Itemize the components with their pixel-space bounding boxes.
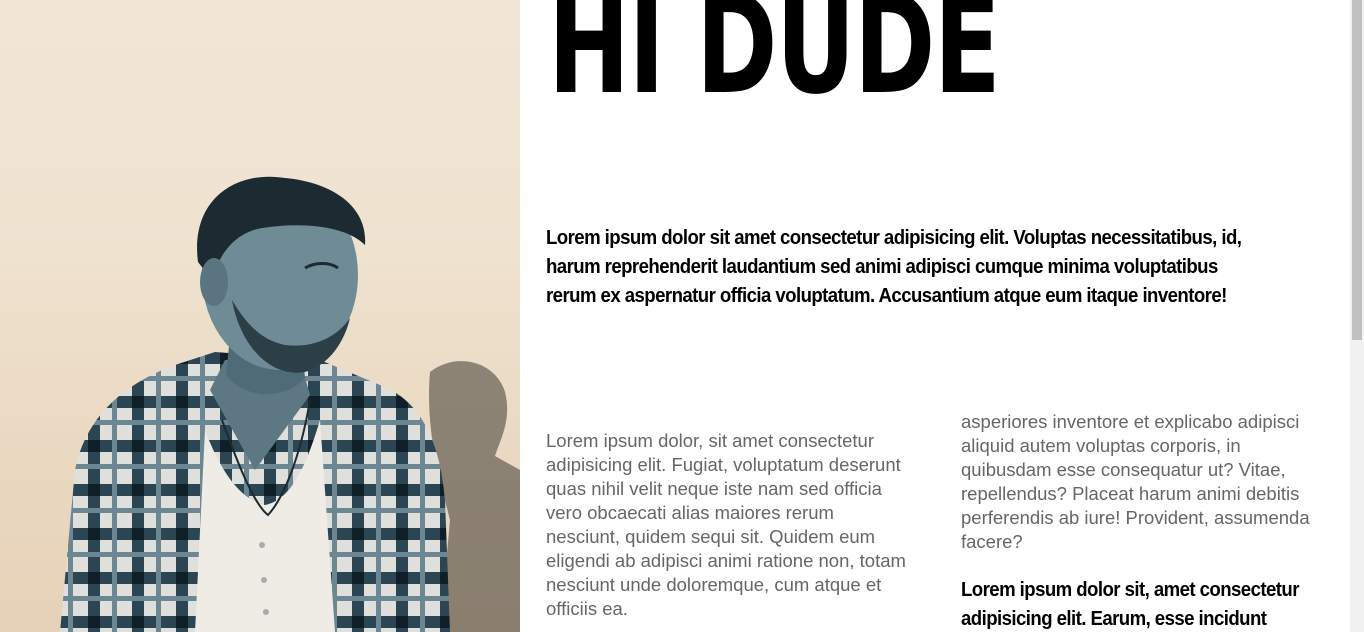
- page-title: HI DUDE: [548, 0, 1001, 125]
- left-column-text: Lorem ipsum dolor, sit amet consectetur …: [546, 430, 906, 619]
- page-scrollbar[interactable]: [1350, 0, 1364, 632]
- man-portrait-image: [60, 176, 520, 632]
- right-column-text: asperiores inventore et explicabo adipis…: [961, 411, 1310, 552]
- scrollbar-thumb[interactable]: [1352, 0, 1362, 340]
- right-column-bold-text: Lorem ipsum dolor sit, amet consectetur …: [961, 579, 1299, 630]
- hero-photo: [0, 0, 520, 632]
- main-content: HI DUDE Lorem ipsum dolor sit amet conse…: [520, 0, 1350, 632]
- intro-paragraph: Lorem ipsum dolor sit amet consectetur a…: [546, 227, 1242, 307]
